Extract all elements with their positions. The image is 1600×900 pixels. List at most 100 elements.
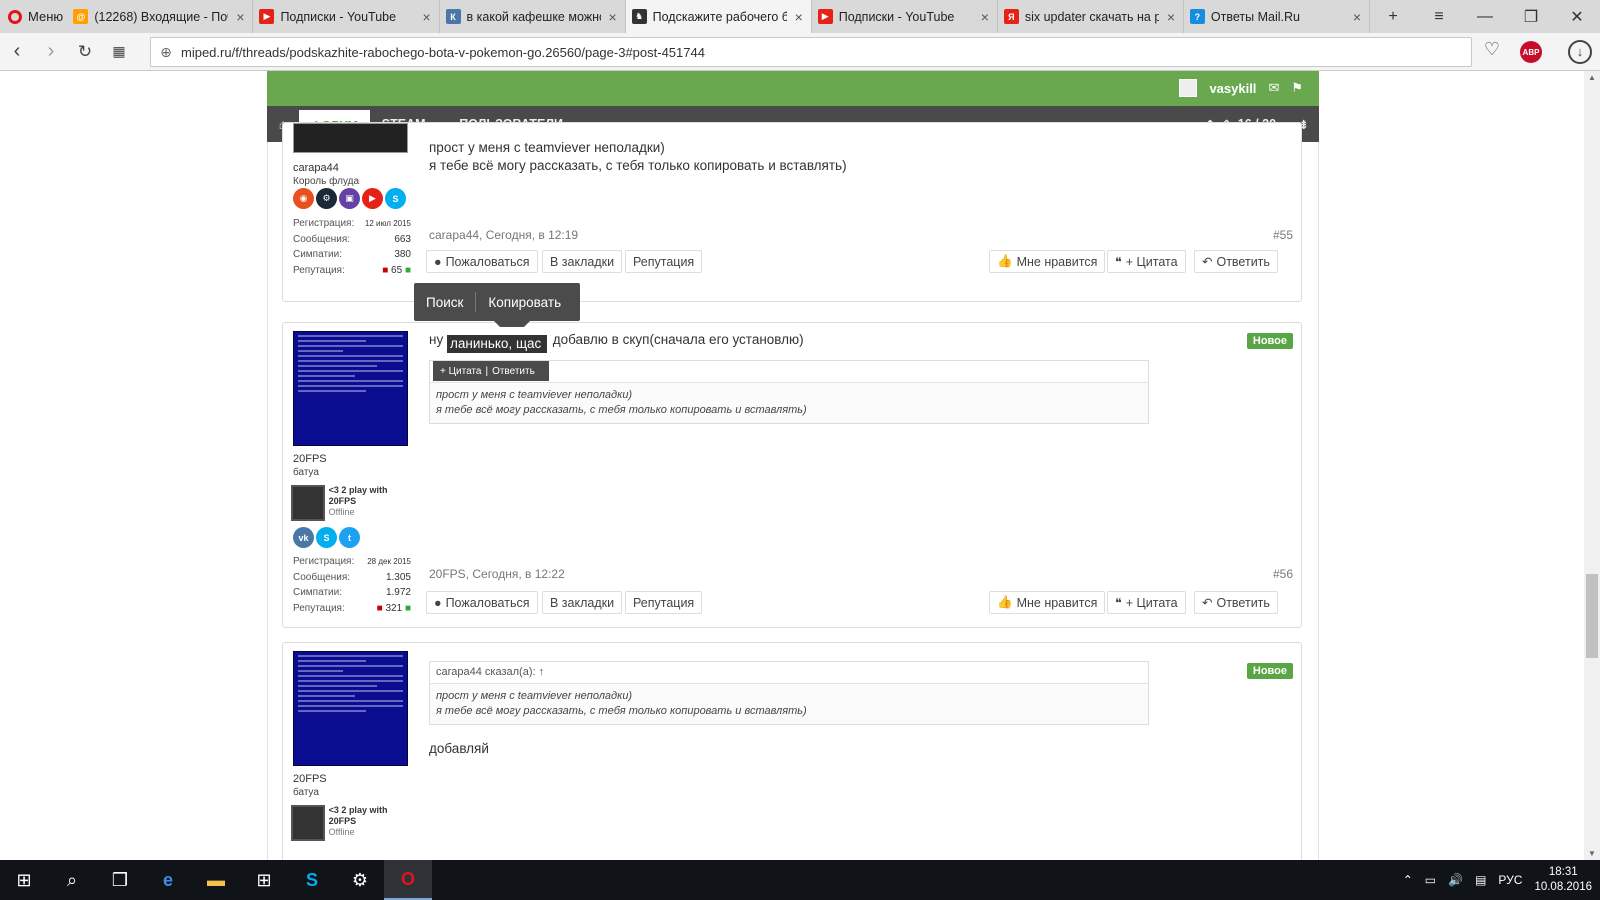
mini-reply-button[interactable]: Ответить bbox=[492, 366, 535, 377]
skype-taskbar-icon[interactable]: S bbox=[288, 860, 336, 900]
opera-menu-button[interactable]: Меню bbox=[0, 0, 67, 33]
start-icon[interactable]: ⊞ bbox=[0, 860, 48, 900]
restore-icon[interactable]: ❐ bbox=[1508, 7, 1554, 27]
reputation-button[interactable]: Репутация bbox=[625, 591, 703, 614]
store-icon[interactable]: ⊞ bbox=[240, 860, 288, 900]
tab-5[interactable]: Я six updater скачать на ру × bbox=[998, 0, 1184, 33]
steam-game-icon bbox=[291, 805, 325, 841]
post-meta[interactable]: carapa44, Сегодня, в 12:19 bbox=[429, 228, 578, 242]
report-button[interactable]: ● Пожаловаться bbox=[426, 250, 538, 273]
forward-icon[interactable]: › bbox=[34, 40, 68, 63]
steam-taskbar-icon[interactable]: ⚙ bbox=[336, 860, 384, 900]
skype-icon[interactable]: S bbox=[385, 188, 406, 209]
search-icon[interactable]: ⌕ bbox=[48, 860, 96, 900]
task-view-icon[interactable]: ❒ bbox=[96, 860, 144, 900]
clock-time: 18:31 bbox=[1548, 866, 1578, 878]
user-avatar[interactable] bbox=[293, 331, 408, 446]
language-indicator[interactable]: РУС bbox=[1498, 873, 1522, 887]
opera-taskbar-icon[interactable]: O bbox=[384, 860, 432, 900]
bookmark-button[interactable]: В закладки bbox=[542, 591, 623, 614]
explorer-icon[interactable]: ▬ bbox=[192, 860, 240, 900]
like-button[interactable]: 👍 Мне нравится bbox=[989, 591, 1106, 614]
quote-body: прост у меня с teamviever неполадки) я т… bbox=[430, 684, 1148, 724]
post-number[interactable]: #55 bbox=[1273, 228, 1293, 242]
edge-icon[interactable]: e bbox=[144, 860, 192, 900]
twitch-icon[interactable]: ▣ bbox=[339, 188, 360, 209]
origin-icon[interactable]: ◉ bbox=[293, 188, 314, 209]
close-tab-icon[interactable]: × bbox=[607, 9, 619, 25]
back-icon[interactable]: ‹ bbox=[0, 40, 34, 63]
scroll-down-icon[interactable]: ▼ bbox=[1584, 849, 1600, 858]
bookmark-heart-icon[interactable]: ♡ bbox=[1478, 39, 1506, 65]
tab-6[interactable]: ? Ответы Mail.Ru × bbox=[1184, 0, 1370, 33]
close-tab-icon[interactable]: × bbox=[979, 9, 991, 25]
tab-menu-icon[interactable]: ≡ bbox=[1416, 8, 1462, 26]
tab-2[interactable]: К в какой кафешке можно × bbox=[440, 0, 626, 33]
post-username[interactable]: 20FPS bbox=[293, 453, 327, 465]
notifications-icon[interactable]: ▤ bbox=[1475, 873, 1486, 887]
close-tab-icon[interactable]: × bbox=[793, 9, 805, 25]
like-label: Мне нравится bbox=[1016, 254, 1098, 269]
address-field[interactable]: ⊕ miped.ru/f/threads/podskazhite-raboche… bbox=[150, 37, 1472, 67]
close-tab-icon[interactable]: × bbox=[1351, 9, 1363, 25]
tab-3-active[interactable]: ♞ Подскажите рабочего б × bbox=[625, 0, 812, 33]
new-tab-icon[interactable]: + bbox=[1370, 8, 1416, 26]
close-tab-icon[interactable]: × bbox=[421, 9, 433, 25]
reload-icon[interactable]: ↻ bbox=[68, 42, 102, 62]
adblock-icon[interactable]: ABP bbox=[1520, 41, 1542, 63]
quote-author[interactable]: carapa44 сказал(а): ↑ bbox=[430, 662, 1148, 684]
reputation-button[interactable]: Репутация bbox=[625, 250, 703, 273]
minimize-icon[interactable]: — bbox=[1462, 8, 1508, 26]
steam-status-box[interactable]: <3 2 play with 20FPS Offline bbox=[291, 805, 411, 849]
vk-icon[interactable]: vk bbox=[293, 527, 314, 548]
reg-date: 28 дек 2015 bbox=[367, 557, 411, 567]
quote-label: + Цитата bbox=[1125, 595, 1178, 610]
copy-menu-item[interactable]: Копировать bbox=[476, 295, 573, 310]
rep-count: ■ 321 ■ bbox=[376, 602, 411, 614]
quote-button[interactable]: ❝ + Цитата bbox=[1107, 250, 1186, 273]
quote-button[interactable]: ❝ + Цитата bbox=[1107, 591, 1186, 614]
tab-1[interactable]: ▶ Подписки - YouTube × bbox=[253, 0, 440, 33]
close-tab-icon[interactable]: × bbox=[234, 9, 246, 25]
speed-dial-icon[interactable]: ▦ bbox=[102, 43, 136, 60]
post-number[interactable]: #56 bbox=[1273, 567, 1293, 581]
clock[interactable]: 18:31 10.08.2016 bbox=[1534, 865, 1592, 895]
username-link[interactable]: vasykill bbox=[1209, 81, 1256, 96]
reply-button[interactable]: ↶ Ответить bbox=[1194, 591, 1278, 614]
steam-icon[interactable]: ⚙ bbox=[316, 188, 337, 209]
scroll-thumb[interactable] bbox=[1586, 574, 1598, 658]
scroll-up-icon[interactable]: ▲ bbox=[1584, 73, 1600, 82]
tray-expand-icon[interactable]: ⌃ bbox=[1403, 873, 1413, 887]
reply-button[interactable]: ↶ Ответить bbox=[1194, 250, 1278, 273]
report-button[interactable]: ● Пожаловаться bbox=[426, 591, 538, 614]
post-55: carapa44 Король флуда ◉ ⚙ ▣ ▶ S Регистра… bbox=[282, 122, 1302, 302]
page-scrollbar[interactable]: ▲ ▼ bbox=[1584, 71, 1600, 860]
download-icon[interactable]: ↓ bbox=[1568, 40, 1592, 64]
thread-content: carapa44 Король флуда ◉ ⚙ ▣ ▶ S Регистра… bbox=[267, 122, 1319, 860]
mini-quote-button[interactable]: + Цитата bbox=[440, 366, 481, 377]
skype-icon[interactable]: S bbox=[316, 527, 337, 548]
tab-0[interactable]: @ (12268) Входящие - Поч × bbox=[67, 0, 254, 33]
post-username[interactable]: carapa44 bbox=[293, 162, 339, 174]
steam-status-box[interactable]: <3 2 play with 20FPS Offline bbox=[291, 485, 411, 529]
post-meta[interactable]: 20FPS, Сегодня, в 12:22 bbox=[429, 567, 565, 581]
youtube-icon[interactable]: ▶ bbox=[362, 188, 383, 209]
bookmark-button[interactable]: В закладки bbox=[542, 250, 623, 273]
alerts-flag-icon[interactable]: ⚑ bbox=[1291, 80, 1303, 96]
messages-icon[interactable]: ✉ bbox=[1268, 80, 1279, 96]
report-icon: ● bbox=[434, 254, 442, 269]
quote-label: + Цитата bbox=[1125, 254, 1178, 269]
search-menu-item[interactable]: Поиск bbox=[414, 295, 475, 310]
close-tab-icon[interactable]: × bbox=[1165, 9, 1177, 25]
twitter-icon[interactable]: t bbox=[339, 527, 360, 548]
network-icon[interactable]: ▭ bbox=[1425, 873, 1436, 887]
tab-title: Подписки - YouTube bbox=[280, 9, 397, 24]
user-avatar[interactable] bbox=[293, 651, 408, 766]
tab-4[interactable]: ▶ Подписки - YouTube × bbox=[812, 0, 998, 33]
close-window-icon[interactable]: ✕ bbox=[1554, 7, 1600, 27]
user-avatar[interactable] bbox=[1179, 79, 1198, 97]
like-button[interactable]: 👍 Мне нравится bbox=[989, 250, 1106, 273]
volume-icon[interactable]: 🔊 bbox=[1448, 873, 1463, 887]
selected-text[interactable]: ланинько, щас bbox=[447, 335, 547, 353]
post-username[interactable]: 20FPS bbox=[293, 773, 327, 785]
